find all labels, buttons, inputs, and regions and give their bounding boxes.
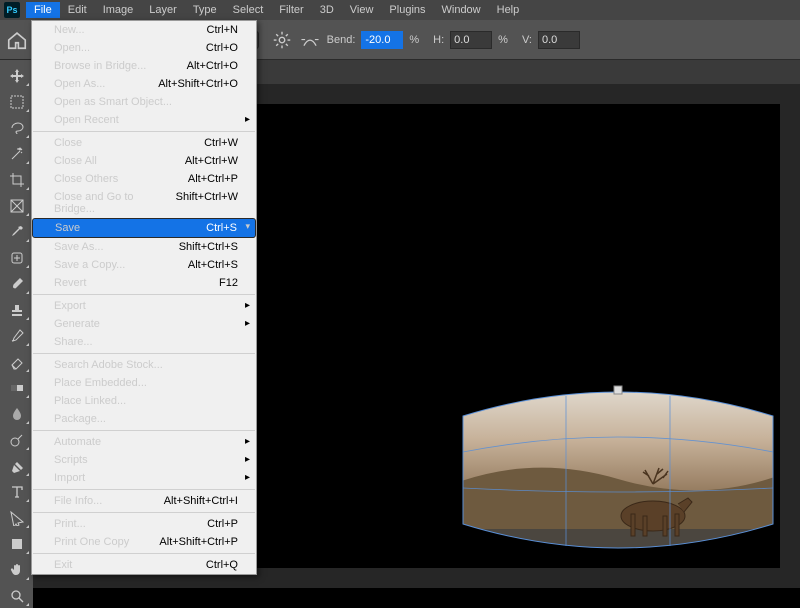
tool-lasso[interactable] [3,116,31,140]
menu-item-generate[interactable]: Generate [32,315,256,333]
menu-item-search-adobe-stock[interactable]: Search Adobe Stock... [32,356,256,374]
menu-item-print-one-copy[interactable]: Print One CopyAlt+Shift+Ctrl+P [32,533,256,551]
menu-item-open-as[interactable]: Open As...Alt+Shift+Ctrl+O [32,75,256,93]
tool-eraser[interactable] [3,350,31,374]
tool-heal[interactable] [3,246,31,270]
warped-image[interactable] [453,374,783,574]
bend-label: Bend: [327,34,356,46]
app-icon: Ps [4,2,20,18]
tool-path[interactable] [3,506,31,530]
tool-blur[interactable] [3,402,31,426]
v-input[interactable] [538,31,580,49]
orientation-icon[interactable] [299,29,321,51]
menu-item-save-as[interactable]: Save As...Shift+Ctrl+S [32,238,256,256]
warp-handle[interactable] [614,386,622,394]
menu-item-exit[interactable]: ExitCtrl+Q [32,556,256,574]
menu-view[interactable]: View [342,2,382,18]
menu-item-share[interactable]: Share... [32,333,256,351]
tool-eyedropper[interactable] [3,220,31,244]
menu-item-close-all[interactable]: Close AllAlt+Ctrl+W [32,152,256,170]
menu-select[interactable]: Select [225,2,272,18]
menu-item-close-others[interactable]: Close OthersAlt+Ctrl+P [32,170,256,188]
menu-item-file-info[interactable]: File Info...Alt+Shift+Ctrl+I [32,492,256,510]
menu-help[interactable]: Help [489,2,528,18]
tool-stamp[interactable] [3,298,31,322]
tool-marquee[interactable] [3,90,31,114]
menu-item-print[interactable]: Print...Ctrl+P [32,515,256,533]
menu-item-place-embedded[interactable]: Place Embedded... [32,374,256,392]
h-label: H: [433,34,444,46]
tool-frame[interactable] [3,194,31,218]
menu-file[interactable]: File [26,2,60,18]
home-icon[interactable] [6,29,28,51]
menu-edit[interactable]: Edit [60,2,95,18]
toolbox [0,60,33,608]
v-label: V: [522,34,532,46]
menu-item-scripts[interactable]: Scripts [32,451,256,469]
menu-item-open-as-smart-object[interactable]: Open as Smart Object... [32,93,256,111]
bend-input[interactable] [361,31,403,49]
menu-item-import[interactable]: Import [32,469,256,487]
tool-gradient[interactable] [3,376,31,400]
tool-history[interactable] [3,324,31,348]
tool-move[interactable] [3,64,31,88]
menu-item-browse-in-bridge[interactable]: Browse in Bridge...Alt+Ctrl+O [32,57,256,75]
menu-type[interactable]: Type [185,2,225,18]
menu-image[interactable]: Image [95,2,142,18]
menu-filter[interactable]: Filter [271,2,311,18]
file-menu: New...Ctrl+NOpen...Ctrl+OBrowse in Bridg… [31,20,257,575]
menu-window[interactable]: Window [434,2,489,18]
menu-item-export[interactable]: Export [32,297,256,315]
menu-item-save-a-copy[interactable]: Save a Copy...Alt+Ctrl+S [32,256,256,274]
menu-item-new[interactable]: New...Ctrl+N [32,21,256,39]
menu-item-close-and-go-to-bridge[interactable]: Close and Go to Bridge...Shift+Ctrl+W [32,188,256,218]
gear-icon[interactable] [271,29,293,51]
tool-wand[interactable] [3,142,31,166]
menu-item-place-linked[interactable]: Place Linked... [32,392,256,410]
menubar: Ps FileEditImageLayerTypeSelectFilter3DV… [0,0,800,20]
menu-layer[interactable]: Layer [141,2,185,18]
menu-item-close[interactable]: CloseCtrl+W [32,134,256,152]
menu-item-open-recent[interactable]: Open Recent [32,111,256,129]
tool-crop[interactable] [3,168,31,192]
tool-pen[interactable] [3,454,31,478]
tool-shape[interactable] [3,532,31,556]
menu-plugins[interactable]: Plugins [381,2,433,18]
menu-item-revert[interactable]: RevertF12 [32,274,256,292]
menu-item-package[interactable]: Package... [32,410,256,428]
tool-brush[interactable] [3,272,31,296]
menu-3d[interactable]: 3D [312,2,342,18]
tool-type[interactable] [3,480,31,504]
h-input[interactable] [450,31,492,49]
menu-item-save[interactable]: SaveCtrl+S [32,218,256,238]
menu-item-automate[interactable]: Automate [32,433,256,451]
tool-dodge[interactable] [3,428,31,452]
menu-item-open[interactable]: Open...Ctrl+O [32,39,256,57]
tool-hand[interactable] [3,558,31,582]
